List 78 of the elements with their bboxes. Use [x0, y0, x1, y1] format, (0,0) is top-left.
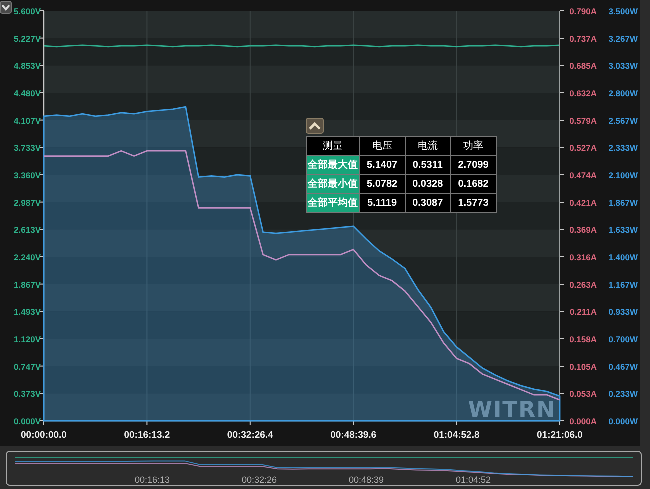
voltage-tick-label: 0.373V [14, 389, 41, 400]
current-tick-label: 0.211A [570, 307, 597, 317]
voltage-tick-label: 0.000V [14, 416, 41, 426]
row-label: 全部最小值 [306, 174, 360, 194]
row-label: 全部最大值 [306, 156, 360, 174]
voltage-tick-label: 3.733V [14, 143, 41, 154]
power-tick-label: 1.633W [608, 225, 638, 236]
power-tick-label: 2.800W [608, 88, 638, 98]
voltage-tick-label: 1.120V [14, 334, 41, 344]
time-tick-label: 01:21:06.0 [537, 430, 583, 441]
voltage-tick-label: 4.107V [14, 116, 41, 126]
current-tick-label: 0.316A [570, 252, 597, 262]
power-tick-label: 3.500W [608, 6, 638, 16]
table-cell: 2.7099 [450, 156, 496, 174]
current-tick-label: 0.579A [570, 116, 597, 126]
voltage-tick-label: 4.853V [14, 61, 41, 72]
current-tick-label: 0.737A [570, 34, 597, 44]
voltage-tick-label: 0.747V [14, 362, 41, 372]
voltage-tick-label: 2.613V [14, 225, 41, 236]
voltage-tick-label: 2.987V [14, 198, 41, 208]
power-tick-label: 2.567W [608, 116, 638, 126]
time-tick-label: 00:16:13.2 [124, 430, 170, 441]
current-tick-label: 0.105A [570, 362, 597, 372]
voltage-tick-label: 1.493V [14, 307, 41, 318]
table-cell: 0.3087 [405, 194, 451, 212]
power-tick-label: 2.333W [608, 143, 638, 154]
current-tick-label: 0.685A [570, 61, 597, 71]
power-tick-label: 0.233W [608, 389, 638, 400]
time-tick-label: 00:00:00.0 [21, 430, 67, 441]
power-tick-label: 1.167W [608, 280, 638, 290]
current-tick-label: 0.158A [570, 334, 597, 344]
column-header: 测量 [306, 136, 360, 156]
table-cell: 0.1682 [450, 174, 496, 194]
column-header: 功率 [450, 136, 496, 156]
current-tick-label: 0.474A [570, 170, 597, 180]
power-tick-label: 3.267W [608, 34, 638, 44]
time-tick-label: 00:32:26.4 [227, 430, 274, 441]
power-tick-label: 0.000W [608, 416, 638, 426]
power-tick-label: 3.033W [608, 61, 638, 72]
voltage-tick-label: 5.600V [14, 6, 41, 16]
power-tick-label: 1.867W [608, 198, 638, 208]
collapse-button[interactable] [0, 1, 12, 14]
current-tick-label: 0.632A [570, 88, 597, 98]
overview-time-label: 00:48:39 [348, 475, 386, 485]
current-tick-label: 0.421A [570, 198, 597, 208]
current-tick-label: 0.790A [570, 6, 597, 16]
overview-time-label: 01:04:52 [454, 475, 492, 485]
voltage-tick-label: 3.360V [14, 170, 41, 180]
current-tick-label: 0.527A [570, 143, 597, 153]
table-cell: 0.0328 [405, 174, 451, 194]
current-tick-label: 0.369A [570, 225, 597, 235]
column-header: 电流 [405, 136, 451, 156]
current-tick-label: 0.000A [570, 416, 597, 426]
overview-panel[interactable]: 00:16:13 00:32:26 00:48:39 01:04:52 [6, 451, 642, 486]
power-tick-label: 2.100W [608, 170, 638, 180]
overview-time-label: 00:32:26 [240, 475, 278, 485]
voltage-tick-label: 2.240V [14, 252, 41, 262]
logo-text: WITRN [468, 398, 556, 423]
table-cell: 1.5773 [450, 194, 496, 212]
table-cell: 5.1119 [360, 194, 406, 212]
power-tick-label: 0.700W [608, 334, 638, 344]
current-tick-label: 0.053A [570, 389, 597, 399]
overview-time-label: 00:16:13 [134, 475, 172, 485]
table-cell: 5.0782 [360, 174, 406, 194]
voltage-tick-label: 5.227V [14, 34, 41, 44]
column-header: 电压 [360, 136, 406, 156]
power-tick-label: 0.933W [608, 307, 638, 318]
current-tick-label: 0.263A [570, 280, 597, 290]
expand-button[interactable] [306, 118, 324, 134]
time-tick-label: 01:04:52.8 [434, 430, 480, 441]
table-cell: 0.5311 [405, 156, 451, 174]
time-tick-label: 00:48:39.6 [330, 430, 377, 441]
voltage-tick-label: 1.867V [14, 280, 41, 290]
table-cell: 5.1407 [360, 156, 406, 174]
power-tick-label: 1.400W [608, 252, 638, 262]
power-tick-label: 0.467W [608, 362, 638, 372]
row-label: 全部平均值 [306, 194, 360, 212]
voltage-tick-label: 4.480V [14, 88, 41, 98]
